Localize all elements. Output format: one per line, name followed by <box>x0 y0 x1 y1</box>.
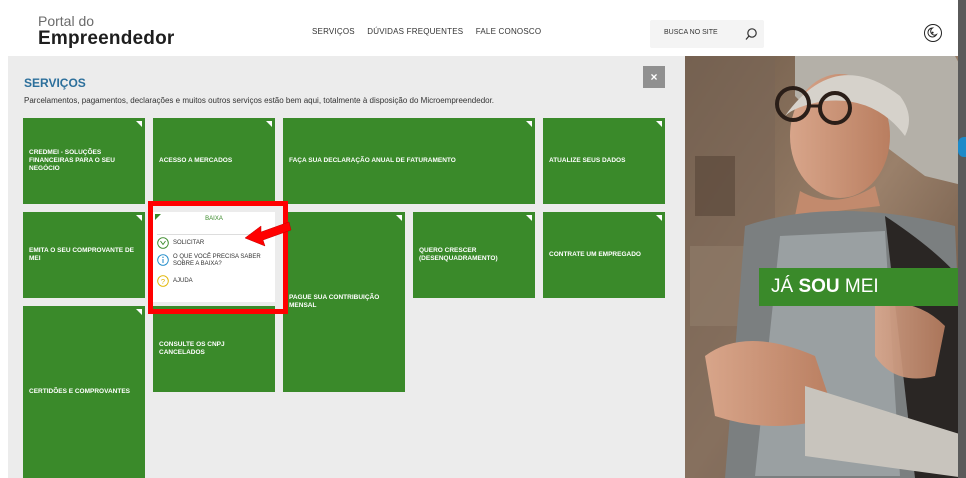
corner-icon <box>526 121 532 127</box>
logo-line-1: Portal do <box>38 13 95 29</box>
tile-label: FAÇA SUA DECLARAÇÃO ANUAL DE FATURAMENTO <box>289 157 456 164</box>
tile-declaracao-anual[interactable]: FAÇA SUA DECLARAÇÃO ANUAL DE FATURAMENTO <box>283 118 535 204</box>
corner-icon <box>526 215 532 221</box>
tile-certidoes[interactable]: CERTIDÕES E COMPROVANTES <box>23 306 145 478</box>
tile-label: ACESSO A MERCADOS <box>159 157 233 164</box>
accessibility-button[interactable] <box>924 24 942 42</box>
tile-contrate-empregado[interactable]: CONTRATE UM EMPREGADO <box>543 212 665 298</box>
corner-icon <box>136 215 142 221</box>
corner-icon <box>266 121 272 127</box>
corner-icon <box>656 121 662 127</box>
contrast-icon <box>927 27 938 38</box>
hero-photo <box>685 56 966 478</box>
banner-text-pre: JÁ <box>771 276 799 297</box>
tile-cnpj-cancelados[interactable]: CONSULTE OS CNPJ CANCELADOS <box>153 306 275 392</box>
tile-label: CREDMEI - SOLUÇÕES FINANCEIRAS PARA O SE… <box>29 149 115 172</box>
nav-duvidas-frequentes[interactable]: DÚVIDAS FREQUENTES <box>367 27 463 36</box>
close-button[interactable]: × <box>643 66 665 88</box>
site-header: Portal do Empreendedor SERVIÇOS DÚVIDAS … <box>0 0 966 56</box>
side-feedback-tab[interactable] <box>958 137 966 157</box>
search-box <box>650 20 764 48</box>
tile-quero-crescer[interactable]: QUERO CRESCER (DESENQUADRAMENTO) <box>413 212 535 298</box>
tile-label: PAGUE SUA CONTRIBUIÇÃO MENSAL <box>289 294 380 309</box>
page: Portal do Empreendedor SERVIÇOS DÚVIDAS … <box>0 0 966 478</box>
tile-label: CONTRATE UM EMPREGADO <box>549 251 641 258</box>
tile-label: EMITA O SEU COMPROVANTE DE MEI <box>29 247 134 262</box>
services-title: SERVIÇOS <box>24 76 86 90</box>
tile-credmei[interactable]: CREDMEI - SOLUÇÕES FINANCEIRAS PARA O SE… <box>23 118 145 204</box>
tile-atualize-dados[interactable]: ATUALIZE SEUS DADOS <box>543 118 665 204</box>
banner-text-bold: SOU <box>798 276 840 297</box>
corner-icon <box>656 215 662 221</box>
tile-label: QUERO CRESCER (DESENQUADRAMENTO) <box>419 247 498 262</box>
portal-logo[interactable]: Portal do Empreendedor <box>38 14 175 49</box>
search-icon[interactable] <box>744 27 758 41</box>
tile-emita-comprovante[interactable]: EMITA O SEU COMPROVANTE DE MEI <box>23 212 145 298</box>
search-input[interactable] <box>662 28 741 37</box>
window-edge <box>958 0 966 478</box>
nav-fale-conosco[interactable]: FALE CONOSCO <box>476 27 542 36</box>
corner-icon <box>136 309 142 315</box>
nav-servicos[interactable]: SERVIÇOS <box>312 27 355 36</box>
ja-sou-mei-banner[interactable]: JÁ SOU MEI <box>759 268 966 306</box>
banner-text-post: MEI <box>839 276 879 297</box>
services-subtitle: Parcelamentos, pagamentos, declarações e… <box>24 96 495 105</box>
tile-label: CONSULTE OS CNPJ CANCELADOS <box>159 341 225 356</box>
tile-acesso-mercados[interactable]: ACESSO A MERCADOS <box>153 118 275 204</box>
tile-label: ATUALIZE SEUS DADOS <box>549 157 626 164</box>
top-nav: SERVIÇOS DÚVIDAS FREQUENTES FALE CONOSCO <box>312 27 551 36</box>
corner-icon <box>396 215 402 221</box>
woman-photo-image <box>685 56 966 478</box>
corner-icon <box>136 121 142 127</box>
red-arrow-icon <box>244 221 292 247</box>
tile-label: CERTIDÕES E COMPROVANTES <box>29 388 131 395</box>
logo-line-2: Empreendedor <box>38 28 175 49</box>
tile-pague-contribuicao[interactable]: PAGUE SUA CONTRIBUIÇÃO MENSAL <box>283 212 405 392</box>
